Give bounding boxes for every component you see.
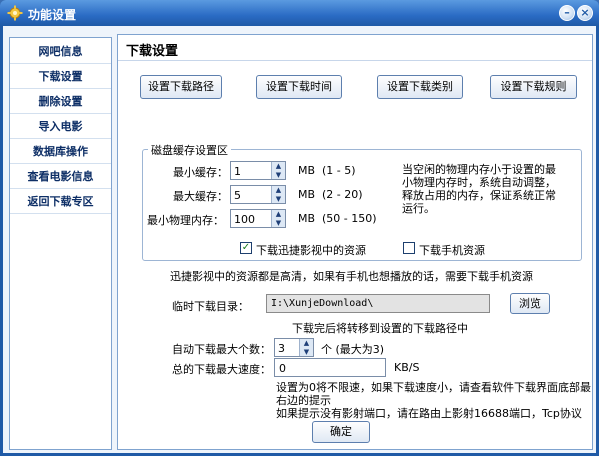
minimize-button[interactable]: – <box>559 5 575 21</box>
temp-dir-field[interactable]: I:\XunjeDownload\ <box>266 294 490 313</box>
max-cache-label: 最大缓存： <box>173 190 228 203</box>
set-download-rule-button[interactable]: 设置下载规则 <box>490 75 577 99</box>
page-title: 下载设置 <box>126 44 179 59</box>
temp-dir-note: 下载完后将转移到设置的下载路径中 <box>292 322 468 335</box>
sidebar-item-netcafe-info[interactable]: 网吧信息 <box>10 40 111 64</box>
check-icon: ✓ <box>241 242 251 253</box>
max-cache-range: (2 - 20) <box>322 188 363 201</box>
max-cache-value: 5 <box>234 189 241 202</box>
auto-download-suffix: 个 (最大为3) <box>321 343 385 356</box>
spin-up-icon[interactable]: ▲ <box>272 186 285 194</box>
min-memory-arrows[interactable]: ▲ ▼ <box>271 210 285 227</box>
speed-note: 设置为0将不限速，如果下载速度小，请查看软件下载界面底部最 右边的提示 如果提示… <box>276 381 591 420</box>
min-cache-unit: MB <box>298 164 316 177</box>
resource-hint: 迅捷影视中的资源都是高清，如果有手机也想播放的话，需要下载手机资源 <box>170 270 533 283</box>
min-cache-range: (1 - 5) <box>322 164 356 177</box>
memory-note-line: 当空闲的物理内存小于设置的最 <box>402 163 556 176</box>
max-speed-label: 总的下载最大速度： <box>172 363 271 376</box>
sidebar: 网吧信息 下载设置 删除设置 导入电影 数据库操作 查看电影信息 返回下载专区 <box>9 37 112 450</box>
sidebar-item-label: 返回下载专区 <box>27 195 94 208</box>
spin-up-icon[interactable]: ▲ <box>300 339 313 347</box>
download-xunjie-checkbox[interactable]: ✓ <box>240 242 252 254</box>
memory-note-line: 运行。 <box>402 202 435 215</box>
sidebar-item-return-download[interactable]: 返回下载专区 <box>10 190 111 214</box>
temp-dir-label: 临时下载目录： <box>172 300 249 313</box>
max-speed-field[interactable]: 0 <box>274 358 386 377</box>
minimize-icon: – <box>564 6 570 19</box>
speed-note-line: 右边的提示 <box>276 394 331 407</box>
set-download-time-button[interactable]: 设置下载时间 <box>256 75 342 99</box>
max-cache-arrows[interactable]: ▲ ▼ <box>271 186 285 203</box>
window-title: 功能设置 <box>28 8 77 22</box>
title-bar: 功能设置 – × <box>0 0 599 26</box>
spin-up-icon[interactable]: ▲ <box>272 162 285 170</box>
sidebar-item-movie-info[interactable]: 查看电影信息 <box>10 165 111 189</box>
disk-cache-group-title: 磁盘缓存设置区 <box>148 142 231 158</box>
title-divider <box>118 60 592 61</box>
speed-note-line: 设置为0将不限速，如果下载速度小，请查看软件下载界面底部最 <box>276 381 591 394</box>
download-xunjie-label: 下载迅捷影视中的资源 <box>256 244 366 257</box>
settings-window: 功能设置 – × 网吧信息 下载设置 删除设置 导入电影 数据库操作 查看电影信… <box>0 0 599 456</box>
sidebar-item-label: 下载设置 <box>38 70 83 83</box>
sidebar-item-label: 网吧信息 <box>38 45 83 58</box>
browse-button[interactable]: 浏览 <box>510 293 550 314</box>
auto-download-value: 3 <box>278 342 285 355</box>
min-memory-stepper[interactable]: 100 ▲ ▼ <box>230 209 286 228</box>
min-cache-stepper[interactable]: 1 ▲ ▼ <box>230 161 286 180</box>
download-mobile-checkbox[interactable] <box>403 242 415 254</box>
spin-down-icon[interactable]: ▼ <box>300 348 313 356</box>
auto-download-label: 自动下载最大个数： <box>172 343 271 356</box>
auto-download-arrows[interactable]: ▲ ▼ <box>299 339 313 356</box>
min-cache-label: 最小缓存： <box>173 166 228 179</box>
sidebar-item-import-movie[interactable]: 导入电影 <box>10 115 111 139</box>
spin-down-icon[interactable]: ▼ <box>272 219 285 227</box>
spin-down-icon[interactable]: ▼ <box>272 171 285 179</box>
min-memory-value: 100 <box>234 213 255 226</box>
set-download-path-button[interactable]: 设置下载路径 <box>140 75 222 99</box>
sidebar-item-label: 查看电影信息 <box>27 170 94 183</box>
ok-button[interactable]: 确定 <box>312 421 370 443</box>
sidebar-item-download-settings[interactable]: 下载设置 <box>10 65 111 89</box>
memory-note: 当空闲的物理内存小于设置的最 小物理内存时，系统自动调整， 释放占用的内存，保证… <box>402 163 556 215</box>
min-cache-value: 1 <box>234 165 241 178</box>
speed-note-line: 如果提示没有影射端口，请在路由上影射16688端口，Tcp协议 <box>276 407 582 420</box>
max-cache-unit: MB <box>298 188 316 201</box>
sidebar-item-label: 删除设置 <box>38 95 83 108</box>
close-button[interactable]: × <box>577 5 593 21</box>
max-speed-unit: KB/S <box>394 361 420 374</box>
gear-icon <box>7 5 23 21</box>
close-icon: × <box>580 6 590 19</box>
memory-note-line: 小物理内存时，系统自动调整， <box>402 176 556 189</box>
download-settings-panel: 下载设置 设置下载路径 设置下载时间 设置下载类别 设置下载规则 磁盘缓存设置区… <box>117 34 593 450</box>
min-memory-range: (50 - 150) <box>322 212 377 225</box>
sidebar-item-database[interactable]: 数据库操作 <box>10 140 111 164</box>
max-cache-stepper[interactable]: 5 ▲ ▼ <box>230 185 286 204</box>
sidebar-item-delete-settings[interactable]: 删除设置 <box>10 90 111 114</box>
auto-download-stepper[interactable]: 3 ▲ ▼ <box>274 338 314 357</box>
min-memory-label: 最小物理内存： <box>147 214 224 227</box>
sidebar-item-label: 导入电影 <box>38 120 83 133</box>
memory-note-line: 释放占用的内存，保证系统正常 <box>402 189 556 202</box>
sidebar-item-label: 数据库操作 <box>33 145 88 158</box>
spin-down-icon[interactable]: ▼ <box>272 195 285 203</box>
client-area: 网吧信息 下载设置 删除设置 导入电影 数据库操作 查看电影信息 返回下载专区 … <box>3 26 596 453</box>
set-download-category-button[interactable]: 设置下载类别 <box>377 75 463 99</box>
min-memory-unit: MB <box>298 212 316 225</box>
download-mobile-label: 下载手机资源 <box>419 244 485 257</box>
spin-up-icon[interactable]: ▲ <box>272 210 285 218</box>
min-cache-arrows[interactable]: ▲ ▼ <box>271 162 285 179</box>
